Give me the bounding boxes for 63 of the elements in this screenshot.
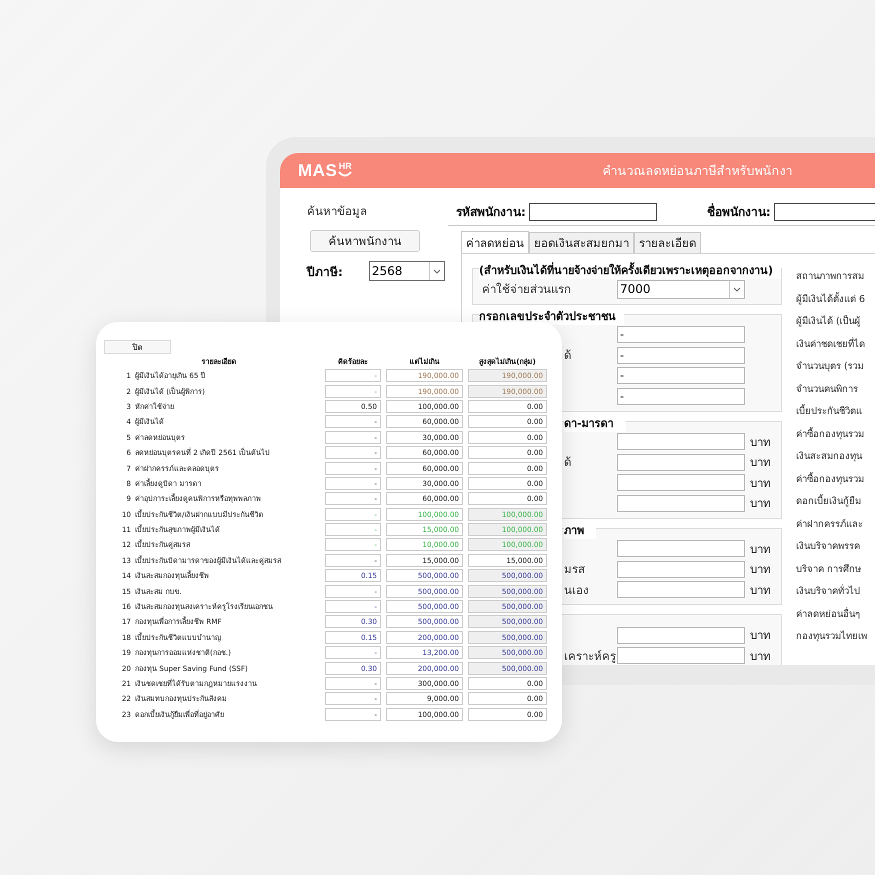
input-field[interactable]: - xyxy=(617,388,745,405)
smile-icon xyxy=(338,170,352,176)
tab[interactable]: ค่าลดหย่อน xyxy=(461,231,529,253)
employee-name-field[interactable] xyxy=(774,202,875,220)
input-field[interactable] xyxy=(617,626,745,644)
deduction-label: ค่าลดหย่อนอื่นๆ xyxy=(796,606,861,622)
input-field[interactable] xyxy=(617,560,745,578)
input-field[interactable] xyxy=(617,494,745,512)
unit-label: บาท xyxy=(750,454,771,472)
unit-label: บาท xyxy=(750,627,771,644)
deduction-label: ค่าฝากครรภ์และ xyxy=(796,518,864,532)
tab[interactable]: รายละเอียด xyxy=(634,232,701,253)
employee-id-field[interactable] xyxy=(528,202,657,220)
deduction-label: ผู้มีเงินได้ (เป็นผู้ xyxy=(796,314,862,329)
deduction-label: เงินบริจาคพรรค xyxy=(796,540,861,554)
input-field[interactable]: - xyxy=(617,326,745,344)
unit-label: บาท xyxy=(750,648,771,665)
unit-label: บาท xyxy=(750,561,771,578)
deduction-label: เงินสะสมกองทุน xyxy=(796,450,864,464)
search-employee-button[interactable]: ค้นหาพนักงาน xyxy=(310,230,420,252)
input-field[interactable]: - xyxy=(617,346,745,364)
unit-label: บาท xyxy=(750,540,771,558)
unit-label: บาท xyxy=(750,495,771,512)
field-label: ปีภาษี: xyxy=(307,264,343,280)
input-field[interactable] xyxy=(617,647,745,664)
group-title: (สำหรับเงินได้ที่นายจ้างจ่ายให้ครั้งเดียวเพราะเหตุออกจากงาน) xyxy=(479,261,782,279)
deduction-label: ผู้มีเงินได้ตั้งแต่ 6 xyxy=(796,291,866,306)
deduction-label: จำนวนคนพิการ xyxy=(796,382,859,396)
deduction-label: เงินค่าชดเชยที่ได xyxy=(796,336,866,352)
logo-text: HR xyxy=(338,160,352,170)
deduction-label: บริจาค การศึกษ xyxy=(796,562,862,576)
field-label: มรส xyxy=(564,562,585,576)
year-dropdown[interactable]: 2568 xyxy=(368,261,445,281)
input-field[interactable]: - xyxy=(617,367,745,384)
field-label: ชื่อพนักงาน: xyxy=(706,202,771,221)
logo-text: MAS xyxy=(298,160,338,180)
close-button[interactable]: ปิด xyxy=(104,340,171,354)
deduction-label: เงินบริจาคทั่วไป xyxy=(796,583,861,599)
deduction-label: กองทุนรวมไทยเพ xyxy=(796,630,867,644)
field-label: ค่าใช้จ่ายส่วนแรก xyxy=(482,282,571,296)
input-field[interactable] xyxy=(617,433,745,450)
deduction-label: ดอกเบี้ยเงินกู้ยืม xyxy=(796,493,862,509)
field-label: นเอง xyxy=(564,582,589,597)
field-label: เคราะห์ครู xyxy=(564,648,616,663)
unit-label: บาท xyxy=(750,434,771,451)
deduction-label: ค่าซื้อกองทุนรวม xyxy=(796,471,865,486)
unit-label: บาท xyxy=(750,582,771,599)
input-field[interactable] xyxy=(617,474,745,492)
field-label: ด้ xyxy=(564,348,571,362)
tab[interactable]: ยอดเงินสะสมยกมา xyxy=(529,232,634,253)
dropdown[interactable]: 7000 xyxy=(617,280,745,299)
unit-label: บาท xyxy=(750,474,771,492)
deduction-label: สถานภาพการสม xyxy=(796,270,865,284)
field-label: ด้ xyxy=(564,455,571,470)
window-title: คำนวณลดหย่อนภาษีสำหรับพนักงา xyxy=(602,162,792,180)
section-heading: ค้นหาข้อมูล xyxy=(307,203,367,220)
input-field[interactable] xyxy=(617,454,745,471)
field-label: รหัสพนักงาน: xyxy=(456,204,526,221)
input-field[interactable] xyxy=(617,581,745,598)
deduction-label: เบี้ยประกันชีวิตแ xyxy=(796,403,863,419)
deduction-label: จำนวนบุตร (รวม xyxy=(796,360,865,374)
deduction-label: ค่าซื้อกองทุนรวม xyxy=(796,426,865,442)
input-field[interactable] xyxy=(617,540,745,558)
